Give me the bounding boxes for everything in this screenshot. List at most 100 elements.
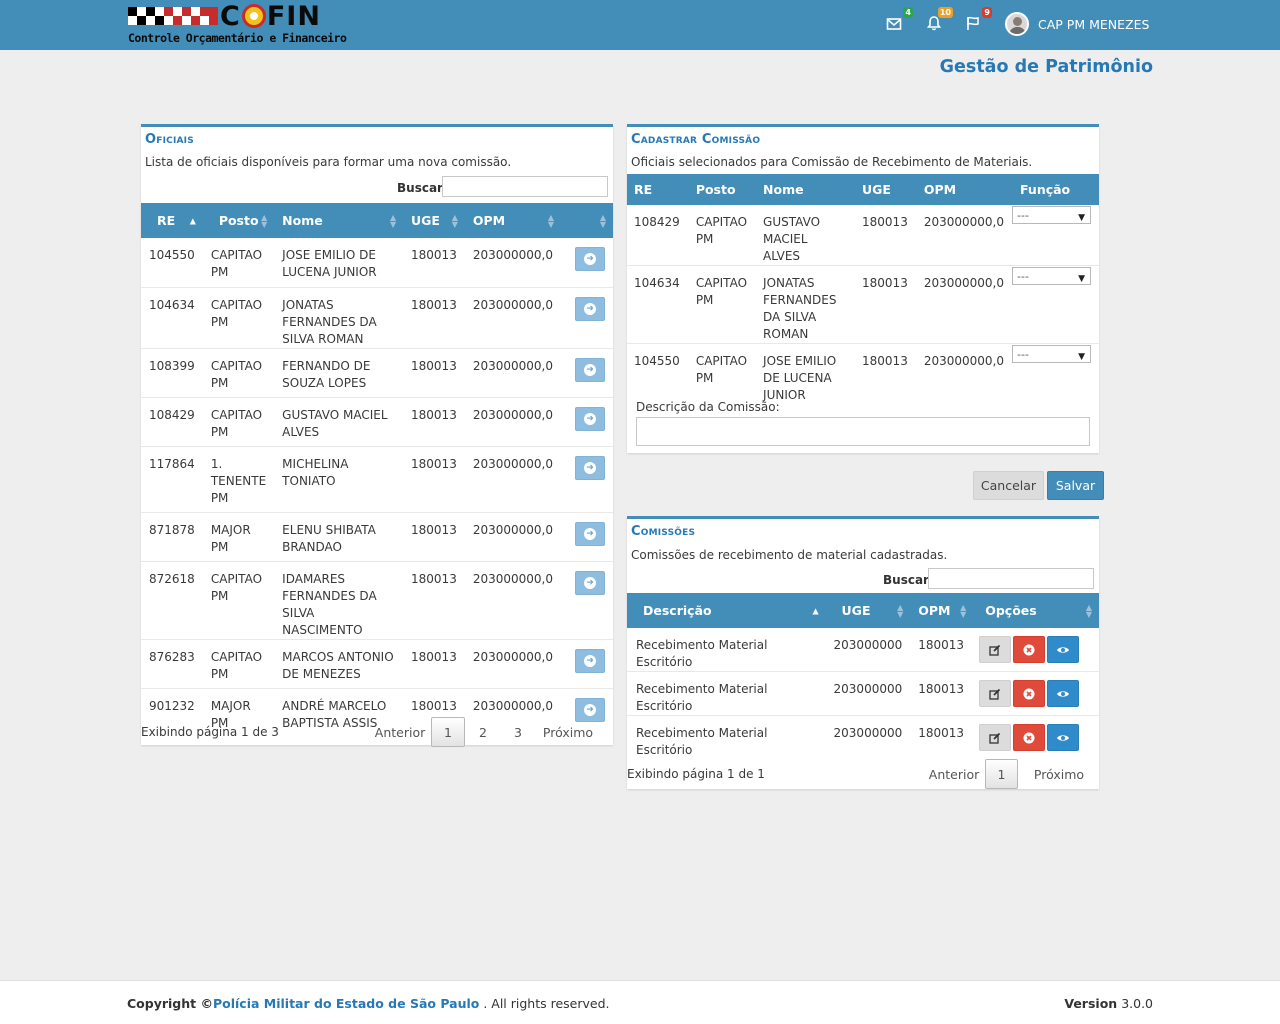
oficiais-pager-info: Exibindo página 1 de 3: [141, 725, 279, 739]
funcao-select-value: ---: [1017, 347, 1029, 361]
comissoes-table-header: Descrição ▲ UGE ▲ ▼ OPM ▲ ▼ Opções ▲ ▼: [627, 593, 1099, 628]
col-opcoes[interactable]: Opções ▲ ▼: [973, 593, 1099, 628]
times-circle-icon: [1023, 688, 1035, 699]
cell-nome: MARCOS ANTONIO DE MENEZES: [274, 638, 404, 688]
cell-action: ➜: [561, 560, 613, 639]
view-button[interactable]: [1047, 636, 1080, 663]
cell-re: 871878: [141, 511, 203, 561]
caret-down-icon: ▼: [1078, 274, 1085, 284]
arrow-right-circle-icon: ➜: [584, 363, 596, 376]
delete-button[interactable]: [1013, 680, 1046, 707]
cell-action: ➜: [561, 286, 613, 348]
comissoes-pager-info: Exibindo página 1 de 1: [627, 767, 765, 781]
app-logo[interactable]: C FIN Controle Orçamentário e Financeiro: [128, 0, 347, 48]
cell-re: 117864: [141, 445, 203, 512]
funcao-select[interactable]: --- ▼: [1012, 206, 1091, 224]
table-row: Recebimento Material Escritório 203000000…: [627, 628, 1099, 672]
arrow-right-circle-icon: ➜: [584, 527, 596, 540]
pager-page-3[interactable]: 3: [501, 717, 535, 747]
col-uge[interactable]: UGE ▲ ▼: [403, 203, 465, 238]
view-button[interactable]: [1047, 680, 1080, 707]
pager-page-1[interactable]: 1: [985, 759, 1018, 789]
flag-icon: [967, 16, 979, 30]
cell-opm: 203000000,0: [464, 560, 561, 639]
table-row: 104550 CAPITAO PM JOSE EMILIO DE LUCENA JU…: [141, 238, 613, 287]
cell-opm: 203000000,0: [915, 343, 1012, 410]
edit-button[interactable]: [979, 680, 1012, 707]
pager-page-1[interactable]: 1: [431, 717, 465, 747]
add-to-commission-button[interactable]: ➜: [575, 521, 605, 546]
col-funcao: Função: [1020, 182, 1071, 197]
cell-uge: 180013: [403, 347, 465, 397]
cell-re: 876283: [141, 638, 203, 688]
cell-uge: 180013: [403, 511, 465, 561]
edit-button[interactable]: [979, 724, 1012, 751]
table-row: 104634 CAPITAO PM JONATAS FERNANDES DA SIL…: [141, 286, 613, 348]
sort-icon: ▲ ▼: [451, 212, 458, 229]
cell-uge: 180013: [403, 445, 465, 512]
edit-icon: [989, 644, 1001, 656]
comissoes-search-input[interactable]: [928, 568, 1094, 589]
col-opm[interactable]: OPM ▲ ▼: [910, 593, 973, 628]
cell-re: 104550: [149, 248, 195, 262]
col-actions[interactable]: ▲ ▼: [561, 203, 613, 238]
cell-re: 104634: [627, 265, 688, 344]
pager-page-2[interactable]: 2: [465, 717, 501, 747]
descricao-input[interactable]: [636, 417, 1090, 446]
col-uge[interactable]: UGE ▲ ▼: [826, 593, 911, 628]
sort-icon: ▲ ▼: [960, 602, 967, 619]
add-to-commission-button[interactable]: ➜: [575, 455, 605, 480]
cell-action: ➜: [561, 238, 613, 287]
messages-button[interactable]: 4: [886, 7, 913, 34]
cell-nome: IDAMARES FERNANDES DA SILVA NASCIMENTO: [274, 560, 404, 639]
funcao-select[interactable]: --- ▼: [1012, 267, 1091, 285]
pager-prev[interactable]: Anterior: [369, 717, 431, 747]
delete-button[interactable]: [1013, 724, 1046, 751]
col-opm[interactable]: OPM ▲ ▼: [465, 203, 561, 238]
funcao-select[interactable]: --- ▼: [1012, 345, 1091, 363]
oficiais-search-input[interactable]: [442, 176, 608, 197]
add-to-commission-button[interactable]: ➜: [575, 296, 605, 321]
add-to-commission-button[interactable]: ➜: [575, 570, 605, 595]
comissoes-table: Descrição ▲ UGE ▲ ▼ OPM ▲ ▼ Opções ▲ ▼ Recebime…: [627, 593, 1099, 759]
cell-uge: 180013: [411, 248, 457, 262]
pager-prev[interactable]: Anterior: [923, 759, 985, 789]
flags-button[interactable]: 9: [965, 7, 992, 34]
oficiais-pagination: Anterior 1 2 3 Próximo: [369, 717, 601, 747]
footer-org-link[interactable]: Polícia Militar do Estado de São Paulo: [213, 996, 479, 1011]
cell-funcao: --- ▼: [1012, 343, 1099, 410]
col-posto[interactable]: Posto ▲ ▼: [203, 203, 274, 238]
add-to-commission-button[interactable]: ➜: [575, 357, 605, 382]
cell-descricao: Recebimento Material Escritório: [627, 671, 826, 716]
add-to-commission-button[interactable]: ➜: [575, 648, 605, 673]
col-nome[interactable]: Nome ▲ ▼: [274, 203, 403, 238]
table-row: Recebimento Material Escritório 203000000…: [627, 715, 1099, 759]
edit-button[interactable]: [979, 636, 1012, 663]
add-to-commission-button[interactable]: ➜: [575, 247, 605, 271]
cell-nome: MICHELINA TONIATO: [274, 445, 404, 512]
delete-button[interactable]: [1013, 636, 1046, 663]
cell-uge: 180013: [403, 638, 465, 688]
notifications-button[interactable]: 10: [926, 7, 953, 34]
add-to-commission-button[interactable]: ➜: [575, 406, 605, 431]
col-opm: OPM: [923, 182, 957, 197]
logo-wordmark: C FIN: [220, 0, 321, 32]
edit-icon: [989, 688, 1001, 700]
cell-opm: 203000000,0: [915, 265, 1012, 344]
times-circle-icon: [1023, 644, 1035, 655]
cell-descricao: Recebimento Material Escritório: [627, 715, 826, 759]
messages-badge: 4: [903, 7, 913, 18]
user-menu[interactable]: CAP PM MENEZES: [1005, 12, 1149, 36]
cell-opm: 203000000,0: [464, 511, 561, 561]
pager-next[interactable]: Próximo: [535, 717, 601, 747]
oficiais-title: Oficiais: [145, 132, 194, 147]
top-navbar: C FIN Controle Orçamentário e Financeiro …: [0, 0, 1280, 50]
col-descricao[interactable]: Descrição ▲: [627, 593, 826, 628]
pm-emblem-icon: [241, 4, 266, 28]
view-button[interactable]: [1047, 724, 1080, 751]
cancel-button[interactable]: Cancelar: [973, 471, 1044, 500]
arrow-right-circle-icon: ➜: [584, 253, 596, 265]
pager-next[interactable]: Próximo: [1018, 759, 1100, 789]
col-re[interactable]: RE ▲: [141, 203, 203, 238]
save-button[interactable]: Salvar: [1047, 471, 1104, 500]
